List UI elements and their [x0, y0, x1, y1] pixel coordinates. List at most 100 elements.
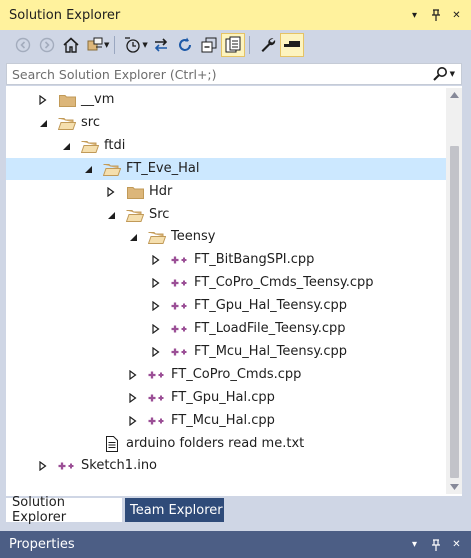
sync-with-active-document-icon[interactable] — [150, 34, 172, 56]
open-folder-icon — [103, 161, 121, 177]
collapse-arrow-icon[interactable] — [127, 231, 139, 243]
tree-row[interactable]: Src — [6, 204, 446, 226]
close-icon[interactable]: ✕ — [450, 8, 463, 22]
tree-row[interactable]: FT_Gpu_Hal_Teensy.cpp — [6, 295, 446, 317]
properties-header: Properties ▾ ✕ — [0, 531, 471, 558]
text-file-icon — [103, 436, 121, 452]
tree-row[interactable]: FT_Mcu_Hal.cpp — [6, 410, 446, 432]
tree-row-label: ftdi — [104, 138, 126, 153]
expand-arrow-icon[interactable] — [127, 369, 139, 381]
expand-arrow-icon[interactable] — [127, 415, 139, 427]
collapse-arrow-icon[interactable] — [105, 209, 117, 221]
forward-icon[interactable] — [36, 34, 58, 56]
collapse-arrow-icon[interactable] — [37, 117, 49, 129]
tree-row-label: FT_CoPro_Cmds_Teensy.cpp — [194, 275, 374, 290]
expand-arrow-icon[interactable] — [127, 392, 139, 404]
tree-row-label: src — [81, 115, 100, 130]
pending-changes-dropdown-icon[interactable]: ▼ — [142, 41, 147, 49]
open-folder-icon — [148, 229, 166, 245]
solution-explorer-window: Solution Explorer ▾ ✕ ▼ ▼ Search Solutio… — [0, 0, 471, 558]
tab-team-explorer[interactable]: Team Explorer — [125, 498, 224, 522]
cpp-file-icon — [148, 413, 166, 429]
scrollbar-thumb[interactable] — [450, 146, 459, 478]
properties-icon[interactable] — [257, 34, 279, 56]
expand-arrow-icon[interactable] — [37, 94, 49, 106]
open-folder-icon — [126, 207, 144, 223]
toolbar-separator — [248, 36, 250, 54]
tree-row-label: FT_BitBangSPI.cpp — [194, 252, 315, 267]
tree-row[interactable]: arduino folders read me.txt — [6, 433, 446, 455]
pending-changes-filter-icon[interactable] — [122, 34, 144, 56]
search-input[interactable]: Search Solution Explorer (Ctrl+;) — [12, 67, 428, 82]
switch-views-dropdown-icon[interactable]: ▼ — [104, 41, 109, 49]
pin-icon[interactable] — [429, 8, 442, 22]
tree-row[interactable]: src — [6, 112, 446, 134]
tree-row-label: FT_Gpu_Hal.cpp — [171, 390, 275, 405]
search-box[interactable]: Search Solution Explorer (Ctrl+;) ▼ — [6, 63, 462, 85]
title-bar: Solution Explorer ▾ ✕ — [0, 0, 471, 30]
home-icon[interactable] — [60, 34, 82, 56]
tree-row-label: Teensy — [171, 229, 216, 244]
expand-arrow-icon[interactable] — [150, 346, 162, 358]
tree-row[interactable]: __vm — [6, 89, 446, 111]
tree-row-label: arduino folders read me.txt — [126, 436, 305, 451]
preview-selected-items-icon[interactable] — [279, 33, 304, 57]
tree-row-label: __vm — [81, 92, 115, 107]
collapse-arrow-icon[interactable] — [60, 140, 72, 152]
tree-row-label: FT_Eve_Hal — [126, 161, 200, 176]
collapse-all-icon[interactable] — [198, 34, 220, 56]
open-folder-icon — [58, 115, 76, 131]
toolbar: ▼ ▼ — [0, 30, 471, 60]
tree-row[interactable]: FT_BitBangSPI.cpp — [6, 249, 446, 271]
refresh-icon[interactable] — [174, 34, 196, 56]
tree-row[interactable]: Sketch1.ino — [6, 455, 446, 477]
window-menu-dropdown-icon[interactable]: ▾ — [408, 8, 421, 22]
toolbar-separator — [114, 36, 116, 54]
expand-arrow-icon[interactable] — [150, 300, 162, 312]
switch-views-icon[interactable] — [84, 34, 106, 56]
properties-menu-dropdown-icon[interactable]: ▾ — [408, 538, 421, 552]
scroll-down-icon[interactable] — [446, 480, 462, 494]
expand-arrow-icon[interactable] — [150, 254, 162, 266]
search-icon[interactable] — [428, 66, 452, 82]
folder-icon — [126, 184, 144, 200]
tree-row[interactable]: FT_Eve_Hal — [6, 158, 446, 180]
tree-row-label: Sketch1.ino — [81, 458, 158, 473]
properties-pin-icon[interactable] — [429, 538, 442, 552]
cpp-file-icon — [171, 252, 189, 268]
show-all-files-icon[interactable] — [220, 33, 245, 57]
properties-header-buttons: ▾ ✕ — [408, 538, 463, 552]
cpp-file-icon — [171, 321, 189, 337]
tree-row-label: FT_Gpu_Hal_Teensy.cpp — [194, 298, 347, 313]
cpp-file-icon — [148, 367, 166, 383]
cpp-file-icon — [148, 390, 166, 406]
expand-arrow-icon[interactable] — [105, 186, 117, 198]
cpp-file-icon — [171, 298, 189, 314]
search-options-dropdown-icon[interactable]: ▼ — [450, 70, 455, 78]
tree-row[interactable]: FT_Mcu_Hal_Teensy.cpp — [6, 341, 446, 363]
scroll-up-icon[interactable] — [446, 88, 462, 102]
tree-row[interactable]: FT_LoadFile_Teensy.cpp — [6, 318, 446, 340]
tree-row[interactable]: FT_Gpu_Hal.cpp — [6, 387, 446, 409]
expand-arrow-icon[interactable] — [150, 323, 162, 335]
expand-arrow-icon[interactable] — [37, 460, 49, 472]
collapse-arrow-icon[interactable] — [82, 163, 94, 175]
cpp-file-icon — [171, 344, 189, 360]
properties-close-icon[interactable]: ✕ — [450, 538, 463, 552]
window-title: Solution Explorer — [9, 7, 121, 23]
cpp-file-icon — [171, 275, 189, 291]
tree-row[interactable]: FT_CoPro_Cmds_Teensy.cpp — [6, 272, 446, 294]
vertical-scrollbar[interactable] — [446, 88, 462, 494]
properties-title: Properties — [9, 537, 75, 552]
tree-row-label: FT_Mcu_Hal.cpp — [171, 413, 275, 428]
tab-solution-explorer[interactable]: Solution Explorer — [6, 495, 122, 525]
tree-row[interactable]: Hdr — [6, 181, 446, 203]
back-icon[interactable] — [12, 34, 34, 56]
cpp-file-icon — [58, 458, 76, 474]
tree-row[interactable]: FT_CoPro_Cmds.cpp — [6, 364, 446, 386]
tree-row[interactable]: Teensy — [6, 226, 446, 248]
tree-row[interactable]: ftdi — [6, 135, 446, 157]
tree-row-label: FT_CoPro_Cmds.cpp — [171, 367, 302, 382]
tool-window-tabs: Solution Explorer Team Explorer — [0, 495, 471, 525]
expand-arrow-icon[interactable] — [150, 277, 162, 289]
